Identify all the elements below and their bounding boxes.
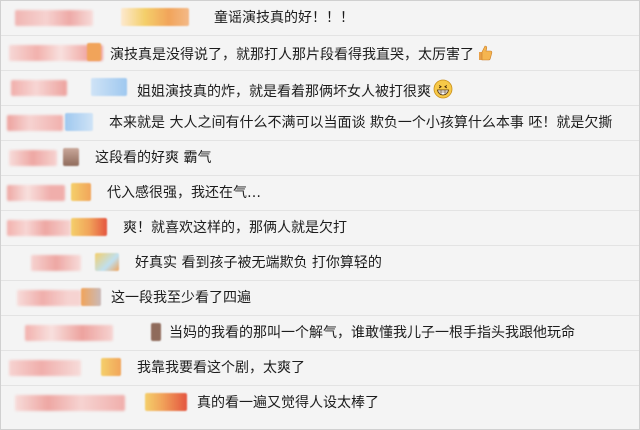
comment-text-content: 姐姐演技真的炸，就是看着那俩坏女人被打很爽 [137,84,431,100]
comment-text-content: 演技真是没得说了，就那打人那片段看得我直哭，太厉害了 [110,47,474,63]
blurred-avatar[interactable] [151,323,161,341]
blurred-username [17,290,81,306]
blurred-username [15,395,125,411]
blurred-avatar[interactable] [81,288,101,306]
blurred-avatar[interactable] [95,253,119,271]
blurred-avatar[interactable] [65,113,93,131]
blurred-avatar[interactable] [71,183,91,201]
blurred-username [7,220,71,236]
blurred-avatar[interactable] [91,78,127,96]
comment-text: 我靠我要看这个剧，太爽了 [137,360,305,376]
blurred-avatar[interactable] [63,148,79,166]
comment-row: 当妈的我看的那叫一个解气，谁敢懂我儿子一根手指头我跟他玩命 [1,316,639,351]
comment-text: 这段看的好爽 霸气 [95,150,212,166]
blurred-username [11,80,67,96]
comment-text: 好真实 看到孩子被无端欺负 打你算轻的 [135,255,382,271]
blurred-username [7,115,63,131]
comment-text: 童谣演技真的好！！！ [214,10,354,26]
blurred-avatar[interactable] [101,358,121,376]
comment-row: 爽！就喜欢这样的，那俩人就是欠打 [1,211,639,246]
comment-text: 这一段我至少看了四遍 [111,290,251,306]
comment-text: 代入感很强，我还在气… [107,185,261,201]
blurred-username [25,325,113,341]
blurred-username [9,150,57,166]
blurred-avatar[interactable] [145,393,187,411]
comment-text: 演技真是没得说了，就那打人那片段看得我直哭，太厉害了 [110,44,494,67]
blurred-username [9,360,81,376]
comment-row: 这段看的好爽 霸气 [1,141,639,176]
comment-text: 真的看一遍又觉得人设太棒了 [197,395,379,411]
comment-list: 童谣演技真的好！！！ 演技真是没得说了，就那打人那片段看得我直哭，太厉害了 姐姐… [0,0,640,430]
blurred-avatar[interactable] [87,43,101,61]
blurred-username [31,255,81,271]
comment-row: 好真实 看到孩子被无端欺负 打你算轻的 [1,246,639,281]
comment-text: 本来就是 大人之间有什么不满可以当面谈 欺负一个小孩算什么本事 呸！就是欠撕 [109,115,613,131]
comment-row: 这一段我至少看了四遍 [1,281,639,316]
comment-row: 真的看一遍又觉得人设太棒了 [1,386,639,430]
comment-text: 当妈的我看的那叫一个解气，谁敢懂我儿子一根手指头我跟他玩命 [169,325,575,341]
comment-text: 姐姐演技真的炸，就是看着那俩坏女人被打很爽 [137,79,453,104]
grin-icon [433,79,453,104]
comment-row: 演技真是没得说了，就那打人那片段看得我直哭，太厉害了 [1,36,639,71]
thumbs-up-icon [476,44,494,67]
blurred-username [15,10,93,26]
blurred-username [7,185,65,201]
comment-row: 本来就是 大人之间有什么不满可以当面谈 欺负一个小孩算什么本事 呸！就是欠撕 [1,106,639,141]
comment-text: 爽！就喜欢这样的，那俩人就是欠打 [123,220,347,236]
comment-row: 姐姐演技真的炸，就是看着那俩坏女人被打很爽 [1,71,639,106]
blurred-avatar[interactable] [121,8,189,26]
blurred-avatar[interactable] [71,218,107,236]
comment-row: 童谣演技真的好！！！ [1,1,639,36]
comment-row: 我靠我要看这个剧，太爽了 [1,351,639,386]
comment-row: 代入感很强，我还在气… [1,176,639,211]
